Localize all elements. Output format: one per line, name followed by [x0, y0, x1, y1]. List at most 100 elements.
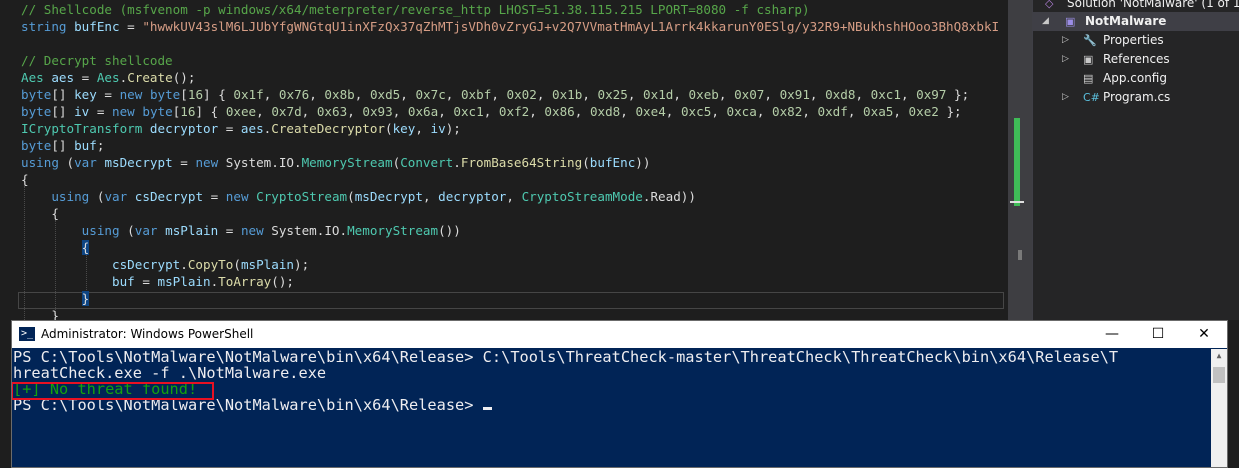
code-token: iv — [430, 121, 446, 136]
wrench-icon: 🔧 — [1083, 34, 1097, 47]
code-token: 0x6a — [407, 104, 439, 119]
solution-item-label: App.config — [1103, 71, 1167, 85]
solution-item-label: References — [1103, 52, 1170, 66]
console-scroll-thumb[interactable] — [1213, 367, 1225, 383]
console-line: PS C:\Tools\NotMalware\NotMalware\bin\x6… — [13, 349, 1119, 366]
editor-scrollbar[interactable] — [1008, 0, 1032, 320]
code-token: 0xd8 — [825, 87, 856, 102]
code-token: 0x86 — [544, 104, 575, 119]
code-line: { — [21, 171, 999, 188]
collapse-arrow-icon[interactable]: ◢ — [1042, 12, 1049, 31]
scroll-marker — [1018, 250, 1022, 260]
code-token: { — [21, 206, 59, 221]
code-token: aes — [240, 121, 264, 136]
code-token: , — [764, 87, 780, 102]
code-token: , — [483, 104, 499, 119]
code-token: 0xe2 — [908, 104, 939, 119]
code-token: { — [81, 240, 90, 255]
code-token: , — [415, 121, 431, 136]
code-token: , — [491, 87, 507, 102]
code-token: .Read)) — [642, 189, 696, 204]
code-token: , — [627, 87, 644, 102]
code-line: byte[] iv = new byte[16] { 0xee, 0x7d, 0… — [21, 103, 999, 120]
code-token: (); — [271, 274, 294, 289]
code-line: { — [21, 239, 999, 256]
code-token: ] { — [195, 104, 226, 119]
code-token: , — [900, 87, 917, 102]
code-token: new — [225, 189, 249, 204]
code-token: , — [422, 189, 439, 204]
console-scrollbar[interactable]: ▲ — [1211, 349, 1227, 467]
editor-scroll-thumb[interactable] — [1014, 118, 1020, 206]
code-token: ( — [119, 223, 135, 238]
code-token: , — [582, 87, 598, 102]
code-token: byte — [21, 138, 52, 153]
code-token: 0xca — [726, 104, 757, 119]
csharp-project-icon: ▣ — [1065, 15, 1076, 28]
code-token: . — [180, 257, 188, 272]
close-button[interactable]: ✕ — [1181, 321, 1227, 348]
expand-arrow-icon[interactable]: ▷ — [1062, 88, 1069, 107]
code-token: }; — [946, 87, 970, 102]
code-token: Aes — [21, 70, 44, 85]
code-token: // Shellcode (msfvenom -p windows/x64/me… — [21, 2, 810, 17]
code-token: using — [51, 189, 90, 204]
code-token: csDecrypt — [134, 189, 204, 204]
code-token: 0xee — [225, 104, 257, 119]
code-token: } — [81, 291, 90, 306]
code-text[interactable]: // Shellcode (msfvenom -p windows/x64/me… — [21, 1, 999, 324]
code-token: (); — [172, 70, 196, 85]
solution-explorer: ◇ Solution 'NotMalware' (1 of 1 pro ◢ ▣ … — [1032, 0, 1239, 320]
powershell-window[interactable]: >_ Administrator: Windows PowerShell — ☐… — [11, 320, 1228, 468]
code-token: 0x1b — [552, 87, 583, 102]
code-token: , — [354, 87, 370, 102]
code-token: ( — [385, 121, 393, 136]
code-token: , — [392, 104, 408, 119]
expand-arrow-icon[interactable]: ▷ — [1062, 50, 1069, 69]
text-cursor — [482, 407, 492, 410]
code-token: using — [21, 155, 59, 170]
code-token: [ — [180, 87, 188, 102]
code-line: } — [21, 290, 999, 307]
code-token: , — [847, 104, 864, 119]
powershell-titlebar[interactable]: >_ Administrator: Windows PowerShell — ☐… — [12, 321, 1227, 348]
maximize-button[interactable]: ☐ — [1135, 321, 1181, 348]
code-token: , — [756, 104, 772, 119]
code-token: key — [74, 87, 97, 102]
code-token: 0xf2 — [498, 104, 530, 119]
code-token: ToArray — [218, 274, 272, 289]
code-line: // Decrypt shellcode — [21, 52, 999, 69]
console-output[interactable]: PS C:\Tools\NotMalware\NotMalware\bin\x6… — [12, 349, 1213, 467]
code-token: Convert — [400, 155, 454, 170]
code-token: , — [256, 104, 272, 119]
code-token: , — [673, 87, 689, 102]
code-token: = — [96, 87, 120, 102]
code-token: ); — [445, 121, 461, 136]
code-token: 0xe4 — [635, 104, 666, 119]
minimize-button[interactable]: — — [1089, 321, 1135, 348]
code-line: string bufEnc = "hwwkUV43slM6LJUbYfgWNGt… — [21, 18, 999, 35]
expand-arrow-icon[interactable]: ▷ — [1062, 31, 1069, 50]
code-token: 0xc1 — [453, 104, 484, 119]
code-line: { — [21, 205, 999, 222]
references-icon: ▣ — [1083, 53, 1094, 66]
code-token: 0x93 — [362, 104, 393, 119]
code-token: bufEnc — [589, 155, 636, 170]
code-token: aes — [51, 70, 75, 85]
code-token: bufEnc — [74, 19, 120, 34]
code-token: 0xeb — [688, 87, 719, 102]
code-token: = — [218, 223, 241, 238]
project-node[interactable]: ◢ ▣ NotMalware — [1033, 12, 1239, 31]
code-token: ; — [96, 138, 105, 153]
powershell-icon: >_ — [19, 327, 35, 341]
code-token: = — [89, 104, 113, 119]
scroll-up-icon[interactable]: ▲ — [1211, 351, 1227, 360]
code-token: 0x1f — [233, 87, 264, 102]
code-token: , — [445, 87, 461, 102]
